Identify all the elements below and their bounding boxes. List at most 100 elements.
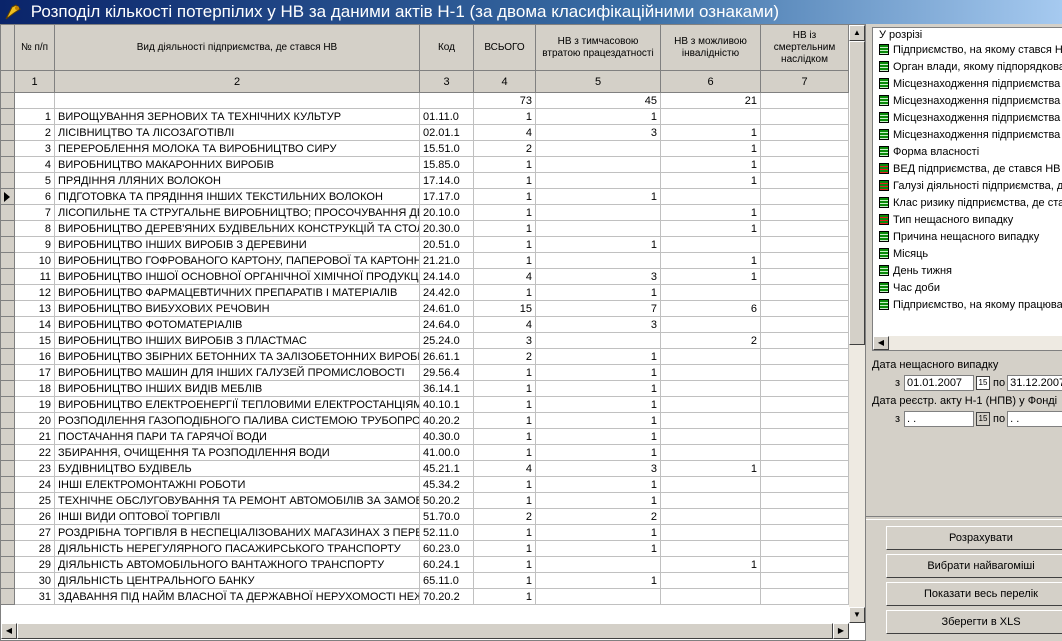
cell-code[interactable]: 24.64.0 <box>420 317 474 333</box>
cell-temp[interactable]: 7 <box>536 301 661 317</box>
cell-name[interactable]: ДІЯЛЬНІСТЬ НЕРЕГУЛЯРНОГО ПАСАЖИРСЬКОГО Т… <box>55 541 420 557</box>
cell-total[interactable]: 1 <box>474 493 536 509</box>
cell-code[interactable]: 20.51.0 <box>420 237 474 253</box>
cell-death[interactable] <box>761 541 849 557</box>
row-indicator[interactable] <box>1 429 15 445</box>
cell-death[interactable] <box>761 93 849 109</box>
cell-dis[interactable] <box>661 349 761 365</box>
grid-body[interactable]: 73 45 21 1 ВИРОЩУВАННЯ ЗЕРНОВИХ ТА ТЕХНІЧНИХ… <box>1 93 849 637</box>
cell-name[interactable]: БУДІВНИЦТВО БУДІВЕЛЬ <box>55 461 420 477</box>
cell-death[interactable] <box>761 269 849 285</box>
save-xls-button[interactable]: Зберегти в XLS <box>886 610 1062 634</box>
table-row[interactable]: 12 ВИРОБНИЦТВО ФАРМАЦЕВТИЧНИХ ПРЕПАРАТІВ … <box>1 285 849 301</box>
row-indicator[interactable] <box>1 413 15 429</box>
cell-num[interactable]: 12 <box>15 285 55 301</box>
cell-temp[interactable] <box>536 173 661 189</box>
cell-code[interactable]: 60.23.0 <box>420 541 474 557</box>
row-indicator[interactable] <box>1 237 15 253</box>
cell-code[interactable]: 24.61.0 <box>420 301 474 317</box>
cell-num[interactable]: 19 <box>15 397 55 413</box>
table-row[interactable]: 5 ПРЯДІННЯ ЛЛЯНИХ ВОЛОКОН 17.14.0 1 1 <box>1 173 849 189</box>
accident-date-from[interactable]: 01.01.2007 <box>904 375 974 391</box>
table-row[interactable]: 17 ВИРОБНИЦТВО МАШИН ДЛЯ ІНШИХ ГАЛУЗЕЙ ПР… <box>1 365 849 381</box>
cell-num[interactable]: 10 <box>15 253 55 269</box>
cell-code[interactable]: 40.30.0 <box>420 429 474 445</box>
cell-temp[interactable]: 1 <box>536 477 661 493</box>
cell-dis[interactable]: 1 <box>661 205 761 221</box>
cell-death[interactable] <box>761 221 849 237</box>
cell-dis[interactable]: 21 <box>661 93 761 109</box>
cell-temp[interactable]: 1 <box>536 349 661 365</box>
cell-temp[interactable]: 45 <box>536 93 661 109</box>
grouping-item[interactable]: Місяць <box>873 246 1062 263</box>
cell-num[interactable]: 14 <box>15 317 55 333</box>
row-indicator[interactable] <box>1 141 15 157</box>
cell-temp[interactable]: 1 <box>536 285 661 301</box>
cell-code[interactable]: 26.61.1 <box>420 349 474 365</box>
table-row[interactable]: 20 РОЗПОДІЛЕННЯ ГАЗОПОДІБНОГО ПАЛИВА СИСТ… <box>1 413 849 429</box>
cell-num[interactable]: 1 <box>15 109 55 125</box>
cell-death[interactable] <box>761 157 849 173</box>
header-code[interactable]: Код <box>420 25 474 71</box>
table-row[interactable]: 3 ПЕРЕРОБЛЕННЯ МОЛОКА ТА ВИРОБНИЦТВО СИРУ… <box>1 141 849 157</box>
table-row[interactable]: 2 ЛІСІВНИЦТВО ТА ЛІСОЗАГОТІВЛІ 02.01.1 4 3 1 <box>1 125 849 141</box>
row-indicator[interactable] <box>1 445 15 461</box>
grouping-item[interactable]: Місцезнаходження підприємства <box>873 76 1062 93</box>
table-row[interactable]: 21 ПОСТАЧАННЯ ПАРИ ТА ГАРЯЧОЇ ВОДИ 40.30.0… <box>1 429 849 445</box>
cell-dis[interactable] <box>661 381 761 397</box>
cell-dis[interactable]: 1 <box>661 557 761 573</box>
cell-num[interactable]: 6 <box>15 189 55 205</box>
cell-code[interactable]: 25.24.0 <box>420 333 474 349</box>
cell-total[interactable]: 4 <box>474 125 536 141</box>
cell-total[interactable]: 1 <box>474 429 536 445</box>
cell-temp[interactable]: 2 <box>536 509 661 525</box>
cell-total[interactable]: 2 <box>474 349 536 365</box>
cell-total[interactable]: 1 <box>474 477 536 493</box>
cell-temp[interactable] <box>536 205 661 221</box>
cell-temp[interactable] <box>536 157 661 173</box>
cell-death[interactable] <box>761 349 849 365</box>
grouping-item[interactable]: ВЕД підприємства, де стався НВ <box>873 161 1062 178</box>
cell-name[interactable]: ПЕРЕРОБЛЕННЯ МОЛОКА ТА ВИРОБНИЦТВО СИРУ <box>55 141 420 157</box>
cell-total[interactable]: 1 <box>474 557 536 573</box>
cell-dis[interactable] <box>661 413 761 429</box>
table-row[interactable]: 9 ВИРОБНИЦТВО ІНШИХ ВИРОБІВ З ДЕРЕВИНИ 20.… <box>1 237 849 253</box>
cell-temp[interactable]: 1 <box>536 381 661 397</box>
cell-temp[interactable]: 1 <box>536 429 661 445</box>
cell-dis[interactable] <box>661 429 761 445</box>
registration-date-to[interactable]: . . <box>1007 411 1062 427</box>
cell-code[interactable]: 17.17.0 <box>420 189 474 205</box>
cell-num[interactable]: 2 <box>15 125 55 141</box>
cell-total[interactable]: 1 <box>474 109 536 125</box>
cell-name[interactable]: ПРЯДІННЯ ЛЛЯНИХ ВОЛОКОН <box>55 173 420 189</box>
grouping-item[interactable]: Підприємство, на якому працював <box>873 297 1062 314</box>
cell-temp[interactable]: 1 <box>536 525 661 541</box>
cell-dis[interactable] <box>661 541 761 557</box>
grouping-item[interactable]: День тижня <box>873 263 1062 280</box>
cell-num[interactable]: 30 <box>15 573 55 589</box>
cell-temp[interactable]: 1 <box>536 365 661 381</box>
row-indicator[interactable] <box>1 557 15 573</box>
table-row[interactable]: 16 ВИРОБНИЦТВО ЗБІРНИХ БЕТОННИХ ТА ЗАЛІЗО… <box>1 349 849 365</box>
row-indicator[interactable] <box>1 589 15 605</box>
cell-total[interactable]: 1 <box>474 445 536 461</box>
grouping-item[interactable]: Клас ризику підприємства, де стався <box>873 195 1062 212</box>
row-indicator[interactable] <box>1 317 15 333</box>
cell-total[interactable]: 1 <box>474 365 536 381</box>
cell-num[interactable]: 25 <box>15 493 55 509</box>
cell-dis[interactable]: 1 <box>661 253 761 269</box>
cell-dis[interactable]: 2 <box>661 333 761 349</box>
cell-name[interactable]: ВИРОБНИЦТВО ІНШИХ ВИРОБІВ З ДЕРЕВИНИ <box>55 237 420 253</box>
cell-death[interactable] <box>761 109 849 125</box>
row-indicator[interactable] <box>1 157 15 173</box>
cell-total[interactable]: 1 <box>474 173 536 189</box>
cell-name[interactable] <box>55 93 420 109</box>
cell-name[interactable]: ВИРОБНИЦТВО ІНШИХ ВИДІВ МЕБЛІВ <box>55 381 420 397</box>
row-indicator[interactable] <box>1 253 15 269</box>
cell-death[interactable] <box>761 141 849 157</box>
cell-death[interactable] <box>761 557 849 573</box>
cell-death[interactable] <box>761 397 849 413</box>
cell-name[interactable]: ВИРОБНИЦТВО ІНШИХ ВИРОБІВ З ПЛАСТМАС <box>55 333 420 349</box>
cell-code[interactable]: 41.00.0 <box>420 445 474 461</box>
cell-code[interactable]: 21.21.0 <box>420 253 474 269</box>
